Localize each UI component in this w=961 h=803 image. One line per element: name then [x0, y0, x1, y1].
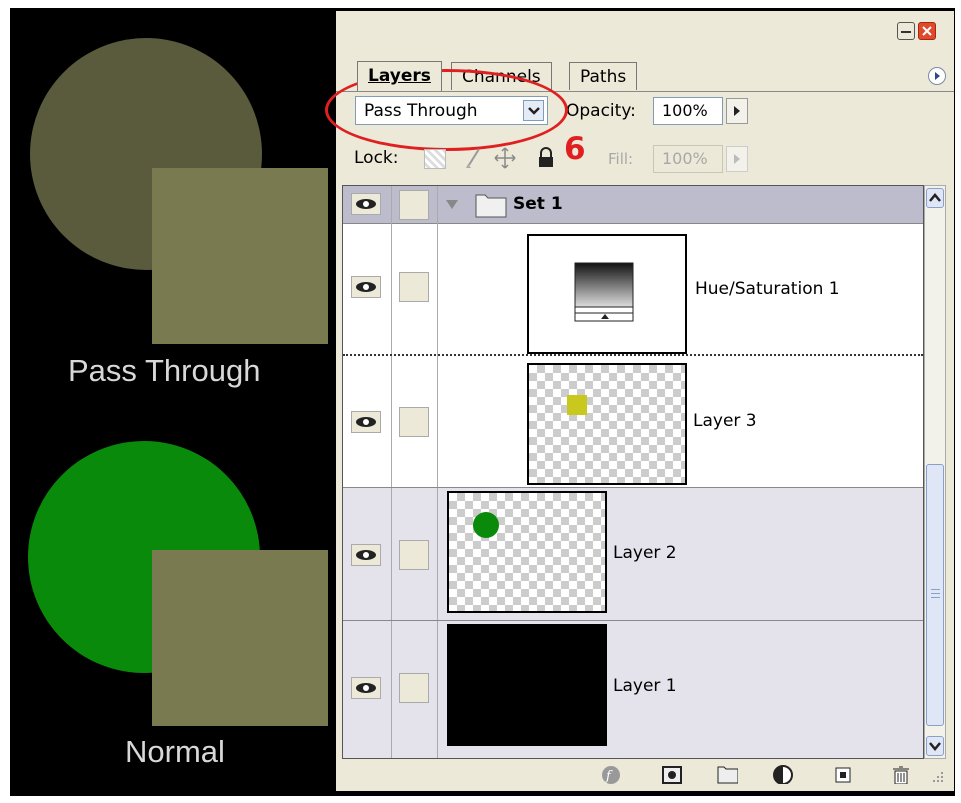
palette-menu-button[interactable] [928, 67, 946, 85]
layer-name[interactable]: Layer 3 [693, 411, 757, 431]
chevron-up-icon [929, 193, 941, 202]
fill-slider-button[interactable] [726, 146, 748, 172]
layer-name[interactable]: Set 1 [513, 194, 563, 214]
visibility-eye-icon[interactable] [351, 544, 381, 566]
layer-thumbnail [527, 363, 687, 485]
opacity-field[interactable]: 100% [653, 97, 723, 125]
tab-paths[interactable]: Paths [569, 62, 638, 90]
scroll-thumb[interactable] [926, 464, 944, 726]
opacity-label: Opacity: [566, 101, 636, 121]
olive-square-bottom [152, 550, 328, 726]
layer-row-set-1[interactable]: Set 1 [343, 186, 923, 224]
resize-grip-icon[interactable] [926, 768, 944, 786]
opacity-slider-button[interactable] [726, 98, 748, 124]
lock-label: Lock: [354, 148, 399, 168]
lock-move-icon[interactable] [494, 147, 516, 169]
hue-saturation-icon [574, 262, 634, 322]
layer-link-box[interactable] [399, 407, 429, 437]
layer-thumbnail [447, 491, 607, 613]
visibility-eye-icon[interactable] [351, 677, 381, 699]
chevron-down-icon [929, 742, 941, 751]
green-dot-swatch [473, 512, 499, 538]
tab-layers[interactable]: Layers [357, 61, 442, 91]
layer-name[interactable]: Layer 1 [613, 676, 677, 696]
expand-triangle-icon[interactable] [445, 199, 459, 211]
scroll-down-button[interactable] [926, 736, 944, 756]
normal-label: Normal [125, 734, 225, 769]
new-set-icon[interactable] [716, 764, 738, 784]
folder-icon [475, 194, 507, 218]
close-icon [922, 26, 932, 36]
trash-icon[interactable] [890, 764, 912, 784]
layer-list: Set 1 Hue/Saturation 1 Layer 3 Layer 2 L… [342, 185, 924, 759]
layer-row-layer-3[interactable]: Layer 3 [343, 356, 923, 488]
pass-through-label: Pass Through [68, 353, 261, 388]
layer-link-box[interactable] [399, 272, 429, 302]
visibility-eye-icon[interactable] [351, 193, 381, 215]
scroll-up-button[interactable] [926, 188, 944, 208]
palette-footer: f [342, 760, 946, 788]
layer-name[interactable]: Layer 2 [613, 543, 677, 563]
layer-style-icon[interactable]: f [600, 764, 622, 784]
annotation-number: 6 [564, 131, 586, 167]
lock-brush-icon[interactable] [464, 147, 484, 169]
triangle-right-icon [935, 72, 940, 80]
vertical-scrollbar[interactable] [924, 185, 946, 759]
layer-row-layer-2[interactable]: Layer 2 [343, 488, 923, 621]
tab-bar: Layers Channels Paths [336, 55, 954, 92]
layer-link-box[interactable] [399, 673, 429, 703]
fill-label: Fill: [608, 150, 634, 168]
triangle-right-icon [734, 106, 740, 116]
layer-thumbnail [447, 624, 607, 746]
layer-link-box[interactable] [399, 540, 429, 570]
layer-mask-icon[interactable] [660, 764, 682, 784]
lock-all-icon[interactable] [536, 147, 556, 169]
adjustment-thumbnail [527, 234, 687, 354]
layer-row-hue-saturation[interactable]: Hue/Saturation 1 [343, 224, 923, 356]
visibility-eye-icon[interactable] [351, 411, 381, 433]
adjustment-layer-icon[interactable] [772, 764, 794, 784]
visibility-eye-icon[interactable] [351, 276, 381, 298]
fill-field[interactable]: 100% [653, 145, 723, 173]
olive-square-top [152, 168, 328, 344]
new-layer-icon[interactable] [832, 764, 854, 784]
close-button[interactable] [918, 22, 936, 40]
layer-name[interactable]: Hue/Saturation 1 [695, 279, 840, 299]
yellow-square-swatch [567, 395, 587, 415]
lock-transparency-icon[interactable] [424, 149, 446, 169]
triangle-right-icon [734, 154, 740, 164]
minimize-button[interactable] [897, 22, 915, 40]
layers-palette: Layers Channels Paths Pass Through Opaci… [325, 10, 955, 792]
layer-link-box[interactable] [399, 190, 429, 220]
layer-row-layer-1[interactable]: Layer 1 [343, 621, 923, 758]
